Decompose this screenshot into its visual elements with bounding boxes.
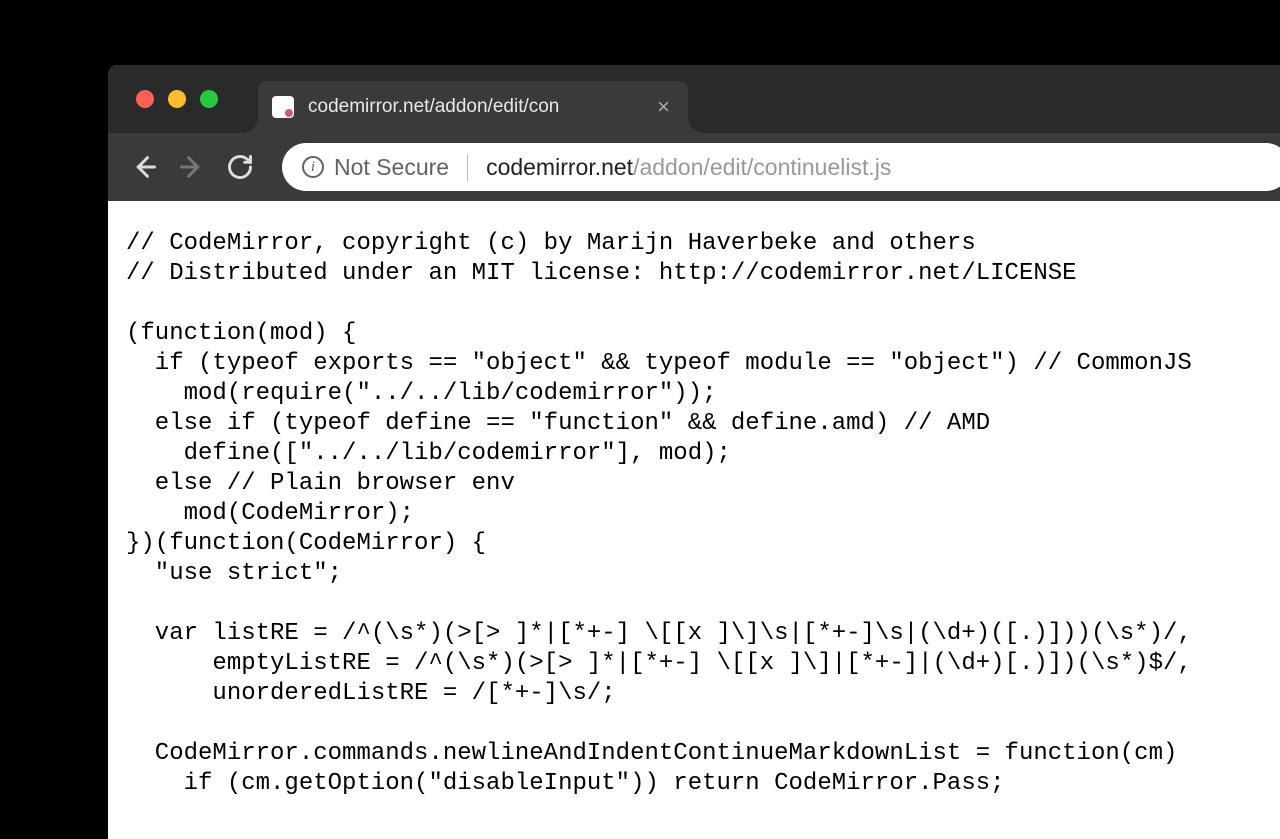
security-indicator[interactable]: i Not Secure [302, 154, 468, 181]
titlebar: codemirror.net/addon/edit/con × [108, 65, 1280, 133]
browser-window: codemirror.net/addon/edit/con × i [108, 65, 1280, 839]
browser-tab[interactable]: codemirror.net/addon/edit/con × [258, 81, 688, 133]
window-controls [108, 90, 218, 108]
security-label: Not Secure [334, 154, 449, 181]
browser-toolbar: i Not Secure codemirror.net/addon/edit/c… [108, 133, 1280, 201]
page-content: // CodeMirror, copyright (c) by Marijn H… [108, 201, 1280, 839]
forward-button[interactable] [174, 149, 210, 185]
reload-button[interactable] [222, 149, 258, 185]
tab-close-icon[interactable]: × [657, 96, 670, 118]
url-display: codemirror.net/addon/edit/continuelist.j… [486, 154, 891, 181]
window-close-button[interactable] [136, 90, 154, 108]
window-maximize-button[interactable] [200, 90, 218, 108]
tab-title: codemirror.net/addon/edit/con [308, 96, 647, 118]
url-host: codemirror.net [486, 154, 633, 180]
address-bar[interactable]: i Not Secure codemirror.net/addon/edit/c… [282, 143, 1280, 191]
info-icon: i [302, 156, 324, 178]
back-button[interactable] [126, 149, 162, 185]
window-minimize-button[interactable] [168, 90, 186, 108]
code-text: // CodeMirror, copyright (c) by Marijn H… [126, 230, 1192, 797]
tab-favicon [272, 96, 294, 118]
url-path: /addon/edit/continuelist.js [633, 154, 891, 180]
